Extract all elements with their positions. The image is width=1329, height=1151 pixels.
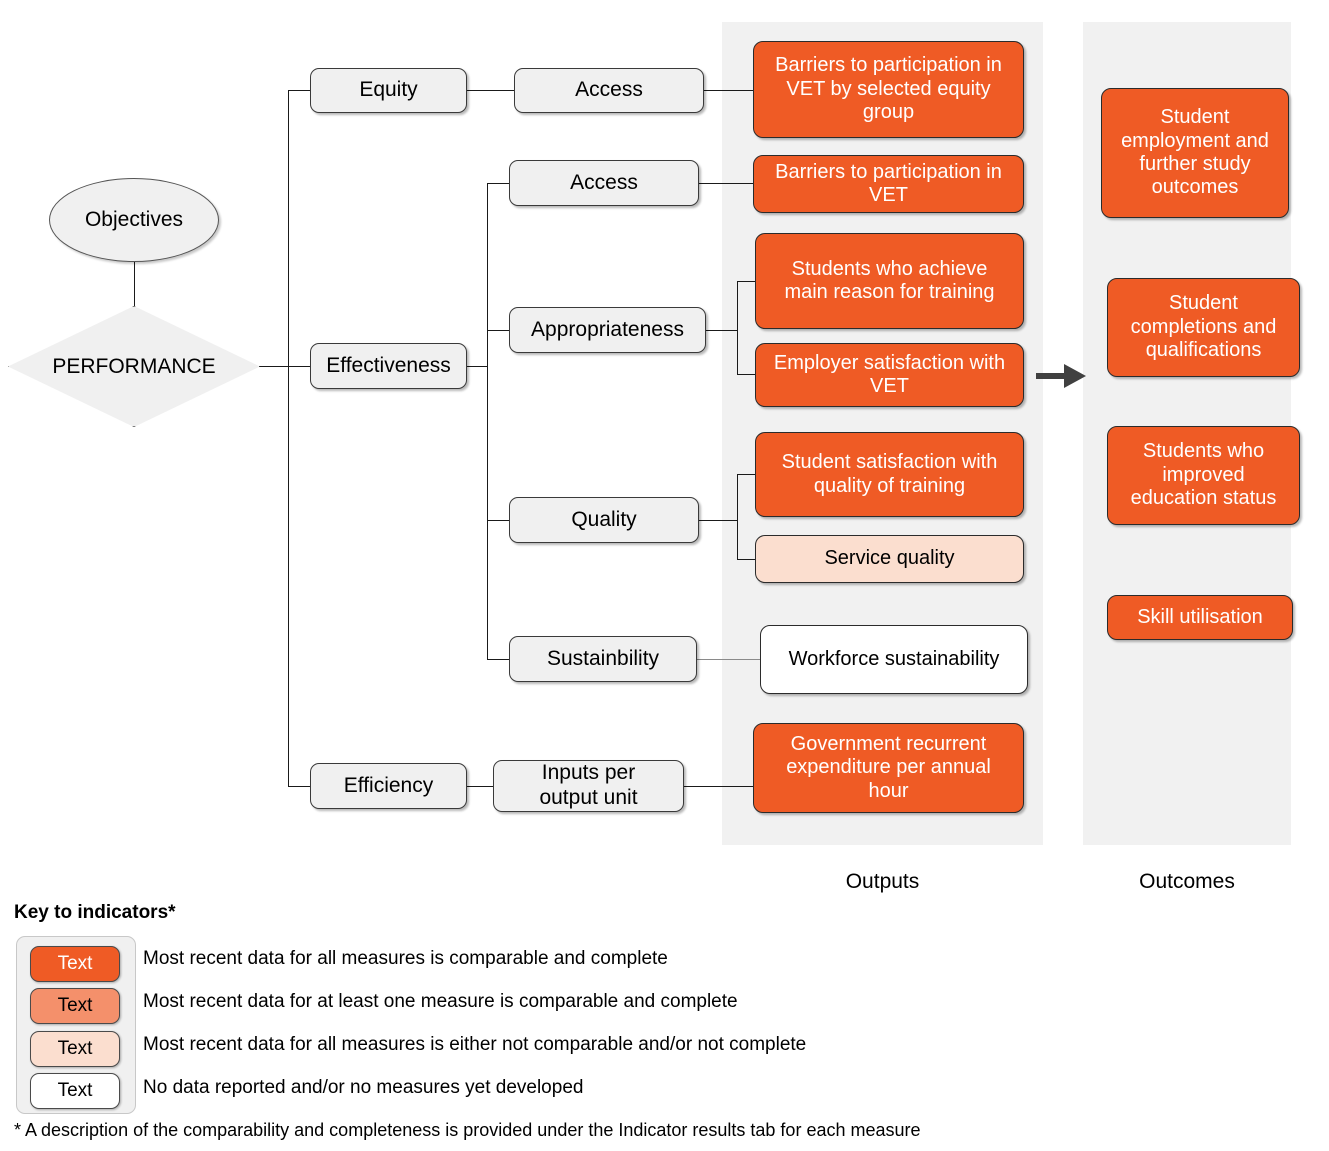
connector-appropriateness-top xyxy=(737,281,756,282)
branch-efficiency-label: Efficiency xyxy=(343,773,434,797)
key-text-incomplete: Most recent data for all measures is eit… xyxy=(143,1034,807,1055)
objectives-node: Objectives xyxy=(49,178,219,262)
output-barriers-vet[interactable]: Barriers to participation in VET xyxy=(753,155,1024,213)
key-footnote: * A description of the comparability and… xyxy=(14,1120,921,1140)
outcome-student-completions-label: Student completions and qualifications xyxy=(1130,292,1277,362)
connector-effectiveness-trunk xyxy=(487,183,488,660)
key-text-full: Most recent data for all measures is com… xyxy=(143,948,668,969)
dimension-inputs-line2: output unit xyxy=(539,786,638,809)
connector-access1-output xyxy=(704,90,755,91)
connector-quality-top xyxy=(737,474,756,475)
outcome-skill-utilisation[interactable]: Skill utilisation xyxy=(1107,595,1293,640)
connector-inputs-output xyxy=(684,786,755,787)
key-text-partial: Most recent data for at least one measur… xyxy=(143,991,738,1012)
outcomes-column-label: Outcomes xyxy=(1139,870,1235,893)
connector-access2-output xyxy=(698,183,755,184)
objectives-label: Objectives xyxy=(84,208,184,231)
connector-quality-split xyxy=(737,474,738,559)
performance-label: PERFORMANCE xyxy=(52,354,216,378)
connector-main-trunk xyxy=(288,90,289,786)
outputs-to-outcomes-arrow xyxy=(1036,364,1086,388)
outcome-student-employment[interactable]: Student employment and further study out… xyxy=(1101,88,1289,218)
dimension-sustainability-label: Sustainbility xyxy=(546,646,660,670)
dimension-access-effectiveness[interactable]: Access xyxy=(509,160,699,206)
dimension-inputs-per-output-unit[interactable]: Inputs per output unit xyxy=(493,760,684,812)
outcome-improved-education-status-label: Students who improved education status xyxy=(1130,440,1277,510)
dimension-quality[interactable]: Quality xyxy=(509,497,699,543)
connector-efficiency-inputs xyxy=(467,786,493,787)
key-swatch-incomplete-label: Text xyxy=(57,1038,93,1059)
output-students-main-reason-label: Students who achieve main reason for tra… xyxy=(784,257,995,303)
connector-subtrunk-access2 xyxy=(487,183,509,184)
output-employer-satisfaction[interactable]: Employer satisfaction with VET xyxy=(755,343,1024,407)
dimension-quality-label: Quality xyxy=(571,507,637,531)
branch-efficiency[interactable]: Efficiency xyxy=(310,763,467,809)
connector-sustainability-output xyxy=(696,659,760,660)
connector-appropriateness-stub xyxy=(705,330,738,331)
dimension-access-equity[interactable]: Access xyxy=(514,68,704,113)
outcome-student-completions[interactable]: Student completions and qualifications xyxy=(1107,278,1300,377)
key-swatch-none: Text xyxy=(30,1073,120,1109)
connector-appropriateness-bottom xyxy=(737,374,756,375)
connector-subtrunk-quality xyxy=(487,520,509,521)
connector-objectives-performance xyxy=(134,262,135,306)
dimension-appropriateness[interactable]: Appropriateness xyxy=(509,307,706,353)
output-students-main-reason[interactable]: Students who achieve main reason for tra… xyxy=(755,233,1024,329)
connector-trunk-equity xyxy=(288,90,311,91)
connector-equity-access xyxy=(467,90,514,91)
output-student-satisfaction-quality[interactable]: Student satisfaction with quality of tra… xyxy=(755,432,1024,517)
outcome-skill-utilisation-label: Skill utilisation xyxy=(1137,605,1263,628)
connector-effectiveness-out xyxy=(467,366,488,367)
key-swatch-full-label: Text xyxy=(57,953,93,974)
key-swatch-incomplete: Text xyxy=(30,1031,120,1067)
dimension-appropriateness-label: Appropriateness xyxy=(531,317,684,341)
output-government-expenditure[interactable]: Government recurrent expenditure per ann… xyxy=(753,723,1024,813)
output-service-quality-label: Service quality xyxy=(824,547,955,570)
performance-node: PERFORMANCE xyxy=(8,306,260,427)
dimension-access-effectiveness-label: Access xyxy=(570,170,638,194)
connector-subtrunk-sustainability xyxy=(487,659,509,660)
connector-quality-bottom xyxy=(737,559,756,560)
key-swatch-none-label: Text xyxy=(57,1080,93,1101)
connector-quality-stub xyxy=(698,520,738,521)
dimension-sustainability[interactable]: Sustainbility xyxy=(509,636,697,682)
connector-trunk-effectiveness xyxy=(288,366,311,367)
output-workforce-sustainability-label: Workforce sustainability xyxy=(788,647,1000,670)
dimension-access-equity-label: Access xyxy=(575,78,643,102)
connector-appropriateness-split xyxy=(737,281,738,374)
key-swatch-full: Text xyxy=(30,946,120,982)
diagram-canvas: Objectives PERFORMANCE Equity Effectiven… xyxy=(0,0,1329,1151)
branch-equity-label: Equity xyxy=(359,78,418,102)
branch-effectiveness-label: Effectiveness xyxy=(326,353,451,377)
output-employer-satisfaction-label: Employer satisfaction with VET xyxy=(773,351,1006,397)
output-barriers-equity-group[interactable]: Barriers to participation in VET by sele… xyxy=(753,41,1024,138)
output-barriers-equity-group-label: Barriers to participation in VET by sele… xyxy=(775,54,1002,124)
connector-trunk-efficiency xyxy=(288,786,311,787)
output-government-expenditure-label: Government recurrent expenditure per ann… xyxy=(786,732,991,802)
key-title: Key to indicators* xyxy=(14,902,176,923)
output-service-quality[interactable]: Service quality xyxy=(755,535,1024,583)
output-workforce-sustainability[interactable]: Workforce sustainability xyxy=(760,625,1028,694)
outcome-student-employment-label: Student employment and further study out… xyxy=(1121,106,1269,199)
dimension-inputs-line1: Inputs per xyxy=(541,761,636,785)
outcome-improved-education-status[interactable]: Students who improved education status xyxy=(1107,426,1300,525)
output-barriers-vet-label: Barriers to participation in VET xyxy=(775,160,1002,206)
key-swatch-partial: Text xyxy=(30,988,120,1024)
outputs-column-label: Outputs xyxy=(845,870,920,893)
key-text-none: No data reported and/or no measures yet … xyxy=(143,1077,584,1098)
output-student-satisfaction-quality-label: Student satisfaction with quality of tra… xyxy=(781,451,998,497)
connector-subtrunk-appropriateness xyxy=(487,330,509,331)
branch-equity[interactable]: Equity xyxy=(310,68,467,113)
branch-effectiveness[interactable]: Effectiveness xyxy=(310,343,467,389)
key-swatch-partial-label: Text xyxy=(57,995,93,1016)
